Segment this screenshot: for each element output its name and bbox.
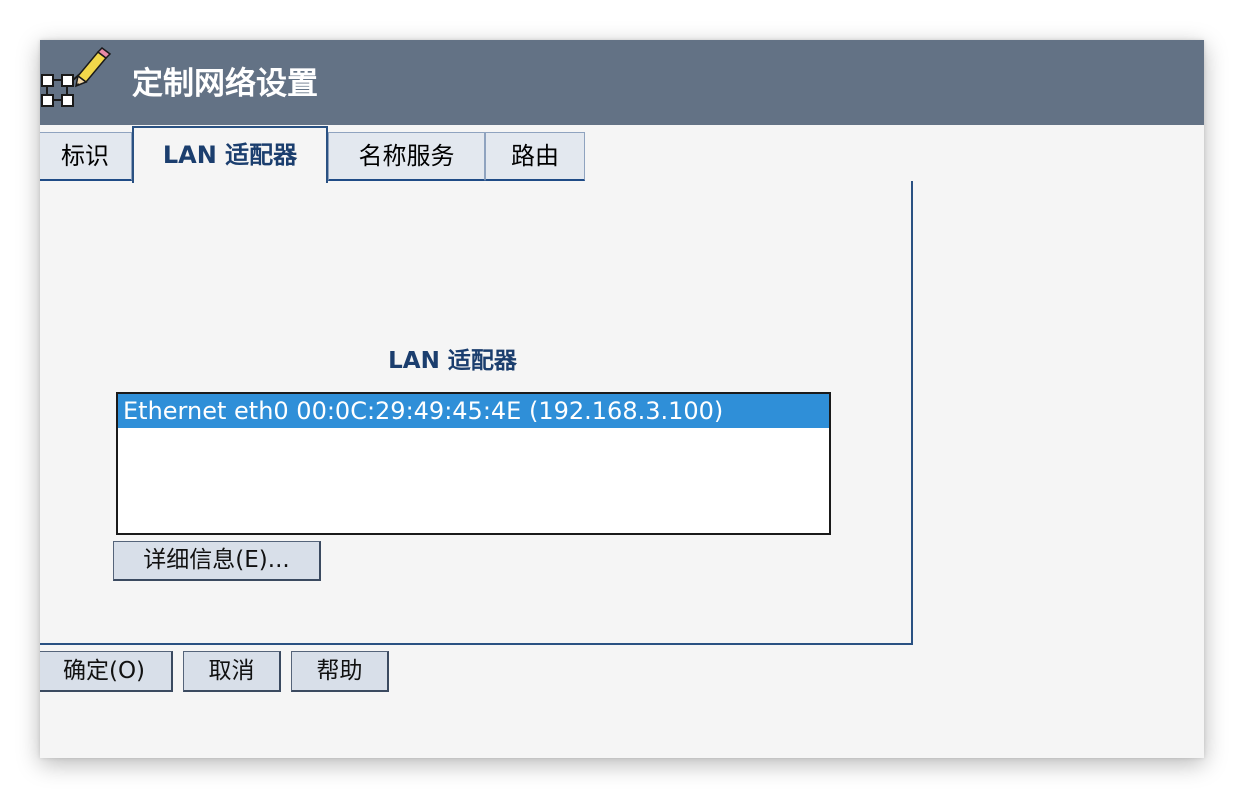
tab-lan-adapter[interactable]: LAN 适配器 — [132, 126, 328, 183]
details-button[interactable]: 详细信息(E)... — [113, 541, 321, 581]
adapter-list-item-eth0[interactable]: Ethernet eth0 00:0C:29:49:45:4E (192.168… — [118, 394, 829, 428]
dialog-title: 定制网络设置 — [132, 66, 318, 102]
tab-name-services[interactable]: 名称服务 — [328, 132, 485, 181]
tab-identity[interactable]: 标识 — [40, 132, 132, 181]
network-pencil-icon — [41, 47, 112, 107]
help-button[interactable]: 帮助 — [291, 651, 389, 692]
ok-button[interactable]: 确定(O) — [40, 651, 173, 692]
title-bar: 定制网络设置 — [40, 40, 1204, 125]
adapter-list[interactable]: Ethernet eth0 00:0C:29:49:45:4E (192.168… — [116, 392, 831, 535]
lan-adapter-heading: LAN 适配器 — [388, 348, 517, 374]
network-settings-dialog: 定制网络设置 标识 LAN 适配器 名称服务 路由 LAN 适配器 Ethern… — [40, 40, 1204, 758]
tab-routing[interactable]: 路由 — [485, 132, 585, 181]
cancel-button[interactable]: 取消 — [183, 651, 281, 692]
